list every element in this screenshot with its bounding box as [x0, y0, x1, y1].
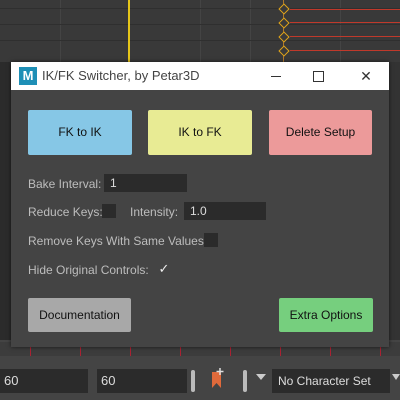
delete-setup-button[interactable]: Delete Setup [269, 110, 372, 155]
animation-curve[interactable] [290, 22, 400, 23]
remove-keys-label: Remove Keys With Same Values: [28, 234, 208, 248]
graph-editor-background [0, 0, 400, 62]
reduce-keys-checkbox[interactable] [102, 204, 116, 218]
chevron-down-icon[interactable] [392, 374, 400, 380]
bake-interval-field[interactable]: 1 [104, 174, 187, 192]
intensity-label: Intensity: [130, 205, 179, 219]
separator [243, 370, 247, 392]
window-titlebar[interactable]: M IK/FK Switcher, by Petar3D ✕ [11, 62, 389, 90]
timeline-tick [80, 346, 81, 356]
right-panel-background [388, 62, 400, 342]
hide-original-checkbox[interactable]: ✓ [157, 262, 171, 276]
documentation-button[interactable]: Documentation [28, 298, 131, 332]
timeline-tick [130, 346, 131, 356]
grid-line [0, 40, 400, 41]
range-handle[interactable] [191, 370, 195, 392]
timeline-tick [30, 346, 31, 356]
minimize-button[interactable] [255, 62, 297, 90]
ikfk-switcher-window: M IK/FK Switcher, by Petar3D ✕ FK to IK … [11, 62, 389, 347]
grid-line [0, 24, 400, 25]
timeline-tick [280, 346, 281, 356]
character-set-dropdown[interactable]: No Character Set [272, 369, 390, 393]
grid-line [250, 0, 251, 62]
keyframe-diamond-icon[interactable] [278, 45, 290, 57]
close-icon: ✕ [360, 68, 372, 84]
start-frame-field[interactable]: 60 [0, 369, 88, 393]
ik-to-fk-button[interactable]: IK to FK [148, 110, 252, 155]
timeline-tick [230, 346, 231, 356]
current-time-indicator[interactable] [128, 0, 130, 62]
maximize-button[interactable] [297, 62, 339, 90]
fk-to-ik-button[interactable]: FK to IK [28, 110, 132, 155]
animation-curve[interactable] [290, 36, 400, 37]
end-frame-field[interactable]: 60 [97, 369, 187, 393]
maximize-icon [313, 71, 324, 82]
intensity-field[interactable]: 1.0 [184, 202, 266, 220]
timeline-tick [180, 346, 181, 356]
bake-interval-label: Bake Interval: [28, 177, 102, 191]
grid-line [60, 0, 61, 62]
grid-line [200, 0, 201, 62]
keyframe-diamond-icon[interactable] [278, 17, 290, 29]
animation-curve[interactable] [290, 9, 400, 10]
reduce-keys-label: Reduce Keys: [28, 205, 103, 219]
character-bookmark-icon[interactable] [210, 368, 224, 390]
maya-app-icon: M [19, 67, 37, 85]
animation-curve[interactable] [290, 50, 400, 51]
remove-keys-checkbox[interactable] [204, 233, 218, 247]
timeline-tick [380, 346, 381, 356]
keyframe-diamond-icon[interactable] [278, 3, 290, 15]
window-title: IK/FK Switcher, by Petar3D [42, 68, 200, 83]
minimize-icon [271, 76, 281, 77]
chevron-down-icon[interactable] [256, 374, 266, 380]
hide-original-label: Hide Original Controls: [28, 263, 149, 277]
close-button[interactable]: ✕ [345, 62, 387, 90]
timeline-tick [330, 346, 331, 356]
extra-options-button[interactable]: Extra Options [279, 298, 373, 332]
range-slider-bar: 60 60 No Character Set [0, 360, 400, 400]
